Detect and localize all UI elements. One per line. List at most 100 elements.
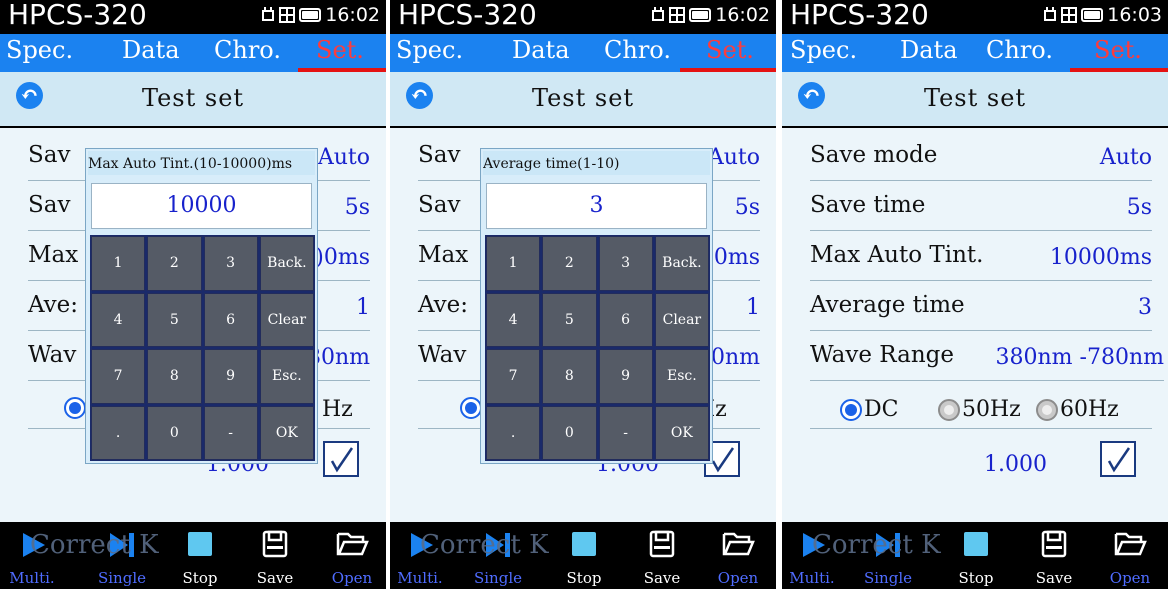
- setting-label: Max: [418, 242, 469, 268]
- open-button[interactable]: Open: [322, 522, 382, 589]
- stop-label: Stop: [566, 569, 602, 587]
- setting-label: Wave Range: [810, 342, 954, 368]
- key-8[interactable]: 8: [147, 349, 202, 404]
- key-minus[interactable]: -: [598, 405, 653, 460]
- key-clear[interactable]: Clear: [654, 292, 709, 347]
- tab-set[interactable]: Set.: [1094, 36, 1142, 64]
- key-esc[interactable]: Esc.: [259, 349, 314, 404]
- save-button[interactable]: Save: [632, 522, 692, 589]
- radio-unselected-icon: [1036, 398, 1058, 421]
- setting-value: )0ms: [705, 245, 760, 270]
- key-3[interactable]: 3: [598, 236, 653, 291]
- key-ok[interactable]: OK: [654, 405, 709, 460]
- tab-data[interactable]: Data: [900, 36, 958, 64]
- key-esc[interactable]: Esc.: [654, 349, 709, 404]
- correction-value: 1.000: [984, 452, 1047, 477]
- tab-chro[interactable]: Chro.: [604, 36, 671, 64]
- setting-row-save-mode[interactable]: Save mode Auto: [810, 138, 1152, 181]
- open-button[interactable]: Open: [1100, 522, 1160, 589]
- multi-label: Multi.: [789, 569, 835, 587]
- screen-test-set: HPCS-320 16:03 Spec. Data Chro. Set. ↶ T…: [782, 0, 1168, 589]
- page-title: Test set: [531, 84, 635, 112]
- save-button[interactable]: Save: [1024, 522, 1084, 589]
- setting-label: Max Auto Tint.: [810, 242, 984, 268]
- numeric-keypad: 1 2 3 Back. 4 5 6 Clear 7 8 9 Esc. . 0 -…: [90, 235, 315, 461]
- key-back[interactable]: Back.: [259, 236, 314, 291]
- setting-row-save-time[interactable]: Save time 5s: [810, 188, 1152, 231]
- stop-button[interactable]: Stop: [170, 522, 230, 589]
- tab-data[interactable]: Data: [512, 36, 570, 64]
- key-6[interactable]: 6: [203, 292, 258, 347]
- key-minus[interactable]: -: [203, 405, 258, 460]
- key-9[interactable]: 9: [598, 349, 653, 404]
- radio-50hz[interactable]: 50Hz: [938, 397, 1021, 422]
- correction-checkbox[interactable]: [1100, 441, 1136, 477]
- dialog-input[interactable]: 3: [486, 183, 707, 229]
- setting-row-wave-range[interactable]: Wave Range 380nm -780nm: [810, 338, 1164, 381]
- radio-60hz[interactable]: 60Hz: [1036, 397, 1119, 422]
- key-0[interactable]: 0: [542, 405, 597, 460]
- setting-label: Ave:: [418, 292, 469, 318]
- key-ok[interactable]: OK: [259, 405, 314, 460]
- key-3[interactable]: 3: [203, 236, 258, 291]
- status-icons: 16:02: [261, 4, 380, 26]
- tab-chro[interactable]: Chro.: [986, 36, 1053, 64]
- setting-label: Sav: [28, 142, 71, 168]
- setting-label: Wav: [418, 342, 467, 368]
- correct-k-label: Correct K: [30, 530, 159, 560]
- device-model: HPCS-320: [8, 0, 147, 31]
- key-back[interactable]: Back.: [654, 236, 709, 291]
- setting-label: Save time: [810, 192, 926, 218]
- stop-button[interactable]: Stop: [554, 522, 614, 589]
- open-button[interactable]: Open: [708, 522, 768, 589]
- tab-spec[interactable]: Spec.: [6, 36, 73, 64]
- tab-spec[interactable]: Spec.: [396, 36, 463, 64]
- page-header: ↶ Test set: [390, 72, 776, 126]
- setting-value: 380nm -780nm: [995, 345, 1164, 370]
- radio-dc[interactable]: DC: [840, 397, 898, 422]
- stop-button[interactable]: Stop: [946, 522, 1006, 589]
- key-dot[interactable]: .: [91, 405, 146, 460]
- key-1[interactable]: 1: [486, 236, 541, 291]
- key-7[interactable]: 7: [91, 349, 146, 404]
- tab-set[interactable]: Set.: [316, 36, 364, 64]
- radio-unselected-icon: [938, 398, 960, 421]
- key-1[interactable]: 1: [91, 236, 146, 291]
- correction-checkbox[interactable]: [323, 441, 359, 477]
- tab-set[interactable]: Set.: [706, 36, 754, 64]
- key-5[interactable]: 5: [147, 292, 202, 347]
- key-4[interactable]: 4: [486, 292, 541, 347]
- key-dot[interactable]: .: [486, 405, 541, 460]
- key-clear[interactable]: Clear: [259, 292, 314, 347]
- stop-label: Stop: [182, 569, 218, 587]
- tab-chro[interactable]: Chro.: [214, 36, 281, 64]
- tab-data[interactable]: Data: [122, 36, 180, 64]
- plug-icon: [651, 7, 665, 23]
- key-7[interactable]: 7: [486, 349, 541, 404]
- setting-row-max-tint[interactable]: Max Auto Tint. 10000ms: [810, 238, 1152, 281]
- key-6[interactable]: 6: [598, 292, 653, 347]
- open-label: Open: [1109, 569, 1151, 587]
- key-2[interactable]: 2: [147, 236, 202, 291]
- key-9[interactable]: 9: [203, 349, 258, 404]
- save-button[interactable]: Save: [245, 522, 305, 589]
- key-0[interactable]: 0: [147, 405, 202, 460]
- setting-label: Sav: [418, 142, 461, 168]
- key-5[interactable]: 5: [542, 292, 597, 347]
- average-time-dialog: Average time(1-10) 3 1 2 3 Back. 4 5 6 C…: [480, 148, 713, 464]
- check-icon: [330, 447, 354, 473]
- tab-spec[interactable]: Spec.: [790, 36, 857, 64]
- setting-row-average-time[interactable]: Average time 3: [810, 288, 1152, 331]
- key-4[interactable]: 4: [91, 292, 146, 347]
- single-label: Single: [863, 569, 912, 587]
- key-2[interactable]: 2: [542, 236, 597, 291]
- dialog-input[interactable]: 10000: [91, 183, 312, 229]
- status-icons: 16:02: [651, 4, 770, 26]
- setting-label: Max: [28, 242, 79, 268]
- setting-value: 1: [356, 295, 370, 320]
- setting-value: Auto: [317, 145, 370, 170]
- folder-open-icon: [1114, 532, 1147, 556]
- page-header: ↶ Test set: [782, 72, 1168, 126]
- key-8[interactable]: 8: [542, 349, 597, 404]
- screen-average-time-dialog: HPCS-320 16:02 Spec. Data Chro. Set. ↶ T…: [390, 0, 776, 589]
